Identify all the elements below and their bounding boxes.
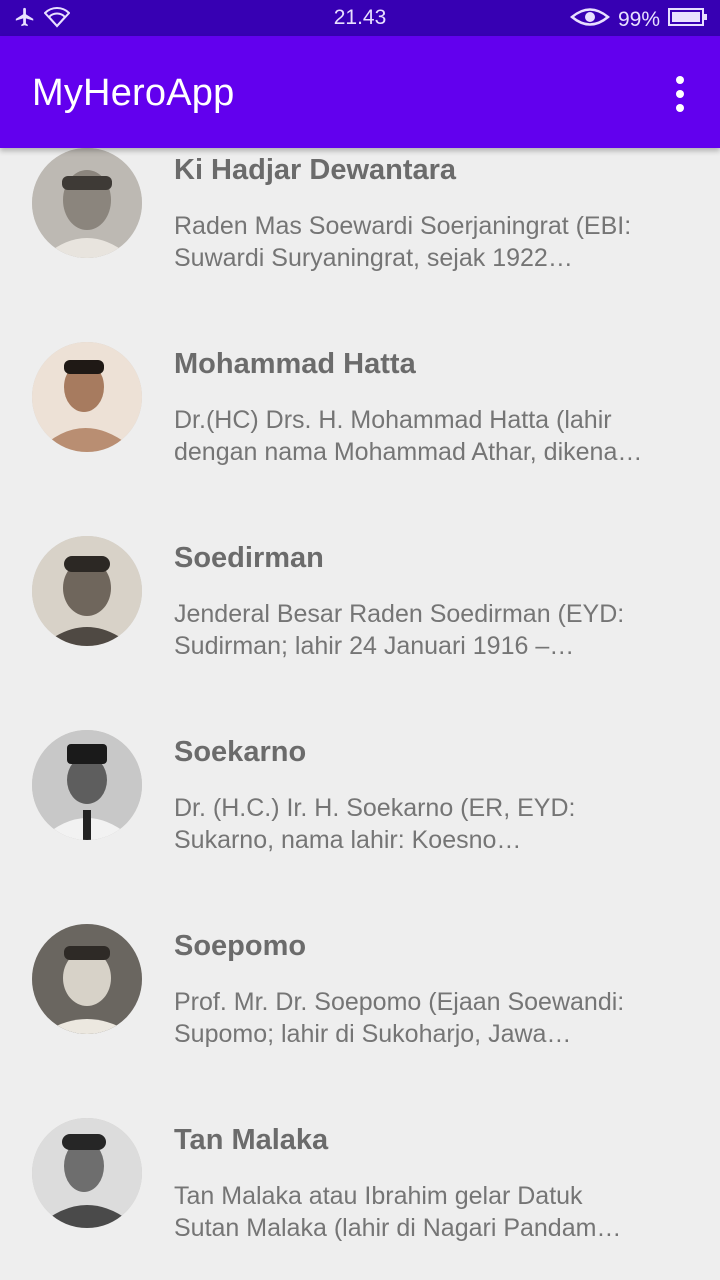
hero-avatar (32, 924, 142, 1034)
hero-name: Soedirman (174, 542, 324, 574)
hero-list[interactable]: Ki Hadjar Dewantara Raden Mas Soewardi S… (0, 148, 720, 1280)
hero-name: Ki Hadjar Dewantara (174, 154, 457, 186)
app-title: MyHeroApp (32, 72, 235, 114)
battery-percent: 99% (617, 7, 660, 31)
list-item[interactable]: Soepomo Prof. Mr. Dr. Soepomo (Ejaan Soe… (0, 924, 720, 1118)
hero-description: Jenderal Besar Raden Soedirman (EYD: Sud… (174, 600, 625, 660)
hero-description: Dr.(HC) Drs. H. Mohammad Hatta (lahir de… (174, 406, 643, 466)
hero-name: Tan Malaka (174, 1124, 329, 1156)
app-bar: MyHeroApp (0, 36, 720, 148)
hero-avatar (32, 730, 142, 840)
hero-avatar (32, 1118, 142, 1228)
hero-name: Mohammad Hatta (174, 348, 416, 380)
hero-name: Soekarno (174, 736, 307, 768)
list-item[interactable]: Ki Hadjar Dewantara Raden Mas Soewardi S… (0, 148, 720, 342)
hero-avatar (32, 536, 142, 646)
hero-name: Soepomo (174, 930, 307, 962)
hero-description: Tan Malaka atau Ibrahim gelar Datuk Suta… (174, 1182, 622, 1242)
status-right-icons: 99% (570, 6, 708, 33)
overflow-menu-icon[interactable] (670, 74, 690, 114)
status-bar: 21.43 99% (0, 0, 720, 36)
list-item[interactable]: Tan Malaka Tan Malaka atau Ibrahim gelar… (0, 1118, 720, 1280)
hero-description: Raden Mas Soewardi Soerjaningrat (EBI: S… (174, 212, 632, 272)
hero-avatar (32, 342, 142, 452)
hero-description: Dr. (H.C.) Ir. H. Soekarno (ER, EYD: Suk… (174, 794, 576, 854)
eye-icon (570, 6, 610, 33)
list-item[interactable]: Soedirman Jenderal Besar Raden Soedirman… (0, 536, 720, 730)
list-item[interactable]: Mohammad Hatta Dr.(HC) Drs. H. Mohammad … (0, 342, 720, 536)
list-item[interactable]: Soekarno Dr. (H.C.) Ir. H. Soekarno (ER,… (0, 730, 720, 924)
battery-icon (668, 6, 708, 33)
hero-avatar (32, 148, 142, 258)
hero-description: Prof. Mr. Dr. Soepomo (Ejaan Soewandi: S… (174, 988, 625, 1048)
